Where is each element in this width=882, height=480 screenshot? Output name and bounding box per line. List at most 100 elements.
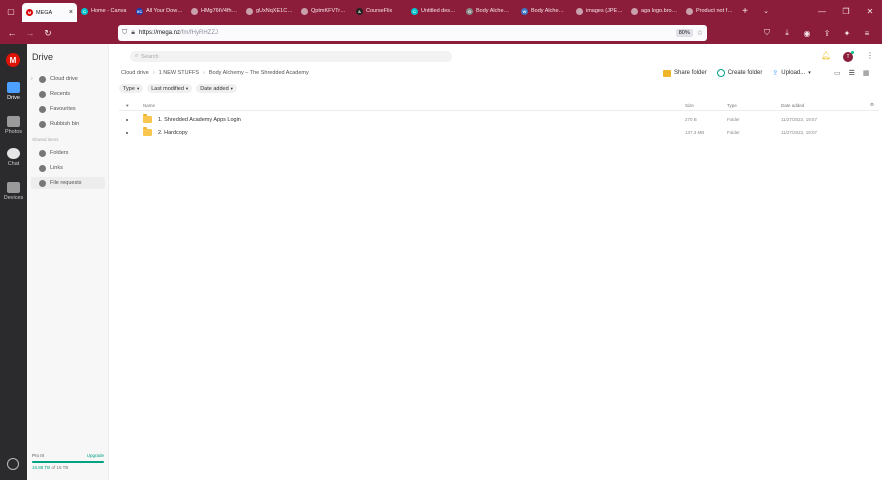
rail-item-chat[interactable]: Chat: [0, 148, 27, 167]
file-name-cell[interactable]: 1. Shredded Academy Apps Login: [143, 114, 241, 123]
row-dot-icon[interactable]: [126, 117, 128, 123]
bookmark-star-icon[interactable]: ☆: [697, 29, 703, 37]
table-row[interactable]: 2. Hardcopy 137.3 MB Folder 11/27/2022, 19:…: [119, 126, 879, 139]
list-all-tabs-icon[interactable]: ⌄: [759, 7, 773, 15]
table-row[interactable]: 1. Shredded Academy Apps Login 270 B Folde…: [119, 113, 879, 126]
zoom-level[interactable]: 80%: [675, 29, 693, 37]
create-folder-label: Create folder: [727, 70, 763, 76]
browser-tab[interactable]: XC All Your Dow…: [132, 0, 187, 22]
url-text[interactable]: https://mega.nz/fm/fHyRHZZJ: [139, 30, 672, 36]
shield-icon[interactable]: ⛉: [122, 29, 127, 37]
folder-icon: [143, 127, 152, 136]
sidebar-item-cloud-drive[interactable]: › Cloud drive: [31, 73, 105, 85]
filter-last-modified[interactable]: Last modified ▾: [147, 84, 193, 93]
breadcrumb-item[interactable]: 1 NEW STUFFS: [159, 70, 199, 76]
sidebar-item-label: Recents: [50, 91, 71, 97]
rail-item-devices[interactable]: Devices: [0, 182, 27, 201]
folders-icon: [39, 149, 46, 157]
rail-item-drive[interactable]: Drive: [0, 82, 27, 101]
download-icon[interactable]: ⤓: [778, 25, 796, 41]
app-rail: M Drive Photos Chat Devices: [0, 44, 27, 480]
row-dot-icon[interactable]: [126, 130, 128, 136]
file-name-cell[interactable]: 2. Hardcopy: [143, 127, 188, 136]
close-window-icon[interactable]: ✕: [858, 0, 882, 22]
browser-tab[interactable]: images (JPEG) ima…: [572, 0, 627, 22]
search-icon: ⌕: [135, 53, 139, 59]
browser-tab[interactable]: M MEGA ×: [22, 3, 77, 22]
create-folder-button[interactable]: Create folder: [716, 69, 763, 77]
rail-item-photos[interactable]: Photos: [0, 116, 27, 135]
filter-label: Date added: [200, 85, 229, 92]
app-menu-icon[interactable]: ≡: [858, 25, 876, 41]
table-header: ♥ Name Size Type Date added ⚙: [119, 100, 879, 111]
tab-label: Product not found: [696, 8, 733, 14]
browser-tab[interactable]: Product not found: [682, 0, 737, 22]
tab-label: MEGA: [36, 9, 53, 16]
column-date-added[interactable]: Date added: [781, 103, 804, 108]
browser-tab[interactable]: HMg76tV4fhue ∙ ct…: [187, 0, 242, 22]
chevron-down-icon: ▾: [230, 85, 233, 91]
share-icon[interactable]: ⇪: [818, 25, 836, 41]
filter-type[interactable]: Type ▾: [119, 84, 144, 93]
mega-logo[interactable]: M: [6, 53, 20, 67]
avatar[interactable]: T: [843, 51, 854, 62]
file-size: 270 B: [685, 117, 697, 122]
breadcrumb-item[interactable]: Body Alchemy – The Shredded Academy: [209, 70, 309, 76]
browser-tab[interactable]: G Body Alchem…: [462, 0, 517, 22]
extensions-icon[interactable]: ✦: [838, 25, 856, 41]
maximize-icon[interactable]: ❐: [834, 0, 858, 22]
upgrade-link[interactable]: Upgrade: [87, 453, 104, 458]
column-size[interactable]: Size: [685, 103, 694, 108]
drive-sidebar: Drive › Cloud drive Recents Favourites Rubbi…: [27, 44, 119, 480]
media-view-icon[interactable]: ▭: [834, 69, 841, 77]
browser-tab[interactable]: C Untitled des…: [407, 0, 462, 22]
browser-tab[interactable]: C Home - Canva: [77, 0, 132, 22]
favourite-column-icon[interactable]: ♥: [126, 103, 129, 108]
minimize-icon[interactable]: —: [810, 0, 834, 22]
upload-button[interactable]: ⇪ Upload... ▾: [772, 69, 810, 77]
firefox-view-icon[interactable]: ▢: [0, 0, 22, 22]
lock-icon[interactable]: 🔒︎: [131, 29, 135, 37]
pocket-icon[interactable]: ⛉: [758, 25, 776, 41]
notifications-bell-icon[interactable]: 🔔︎: [821, 51, 831, 60]
sidebar-item-file-requests[interactable]: File requests: [31, 177, 105, 189]
browser-tab[interactable]: W Body Alchem…: [517, 0, 572, 22]
browser-tab[interactable]: gUxNqXE1C ∙ c…: [242, 0, 297, 22]
new-tab-button[interactable]: +: [737, 6, 753, 17]
breadcrumb-item[interactable]: Cloud drive: [121, 70, 149, 76]
column-type[interactable]: Type: [727, 103, 737, 108]
column-settings-icon[interactable]: ⚙: [870, 102, 874, 108]
browser-tab[interactable]: aga logo.bro…: [627, 0, 682, 22]
transfer-status-icon[interactable]: [7, 458, 19, 470]
sidebar-item-recents[interactable]: Recents: [31, 88, 105, 100]
search-input[interactable]: ⌕ Search: [130, 51, 452, 62]
toolbar-icons: ⛉ ⤓ ◉ ⇪ ✦ ≡: [758, 25, 876, 41]
view-switcher: ▭ ☰ ▦: [834, 69, 870, 77]
filter-date-added[interactable]: Date added ▾: [196, 84, 237, 93]
storage-total: of 16 TB: [51, 465, 69, 470]
sidebar-item-folders[interactable]: Folders: [31, 147, 105, 159]
browser-tab[interactable]: A CourseFlix: [352, 0, 407, 22]
devices-icon: [7, 182, 20, 193]
storage-widget[interactable]: Pro III Upgrade 16.88 TB of 16 TB: [32, 453, 104, 470]
browser-tab-bar: ▢ M MEGA × C Home - Canva XC All Your Dow… HMg7…: [0, 0, 882, 22]
rail-item-label: Drive: [7, 95, 20, 101]
list-view-icon[interactable]: ☰: [849, 69, 855, 77]
expand-caret-icon[interactable]: ›: [31, 76, 35, 82]
storage-used: 16.88 TB of 16 TB: [32, 465, 104, 470]
more-options-icon[interactable]: ⋮: [866, 51, 874, 60]
column-name[interactable]: Name: [143, 103, 155, 108]
sidebar-item-links[interactable]: Links: [31, 162, 105, 174]
sidebar-item-rubbish-bin[interactable]: Rubbish bin: [31, 118, 105, 130]
share-folder-button[interactable]: Share folder: [663, 69, 707, 77]
browser-tab[interactable]: QptmKFVTrN ∙ c…: [297, 0, 352, 22]
sidebar-item-favourites[interactable]: Favourites: [31, 103, 105, 115]
back-icon[interactable]: ←: [3, 24, 21, 42]
close-tab-icon[interactable]: ×: [69, 9, 73, 16]
reload-icon[interactable]: ↻: [39, 24, 57, 42]
address-bar[interactable]: ⛉ 🔒︎ https://mega.nz/fm/fHyRHZZJ 80% ☆: [118, 25, 707, 41]
grid-view-icon[interactable]: ▦: [863, 69, 870, 77]
tab-favicon-icon: [246, 7, 253, 15]
account-icon[interactable]: ◉: [798, 25, 816, 41]
forward-icon[interactable]: →: [21, 24, 39, 42]
